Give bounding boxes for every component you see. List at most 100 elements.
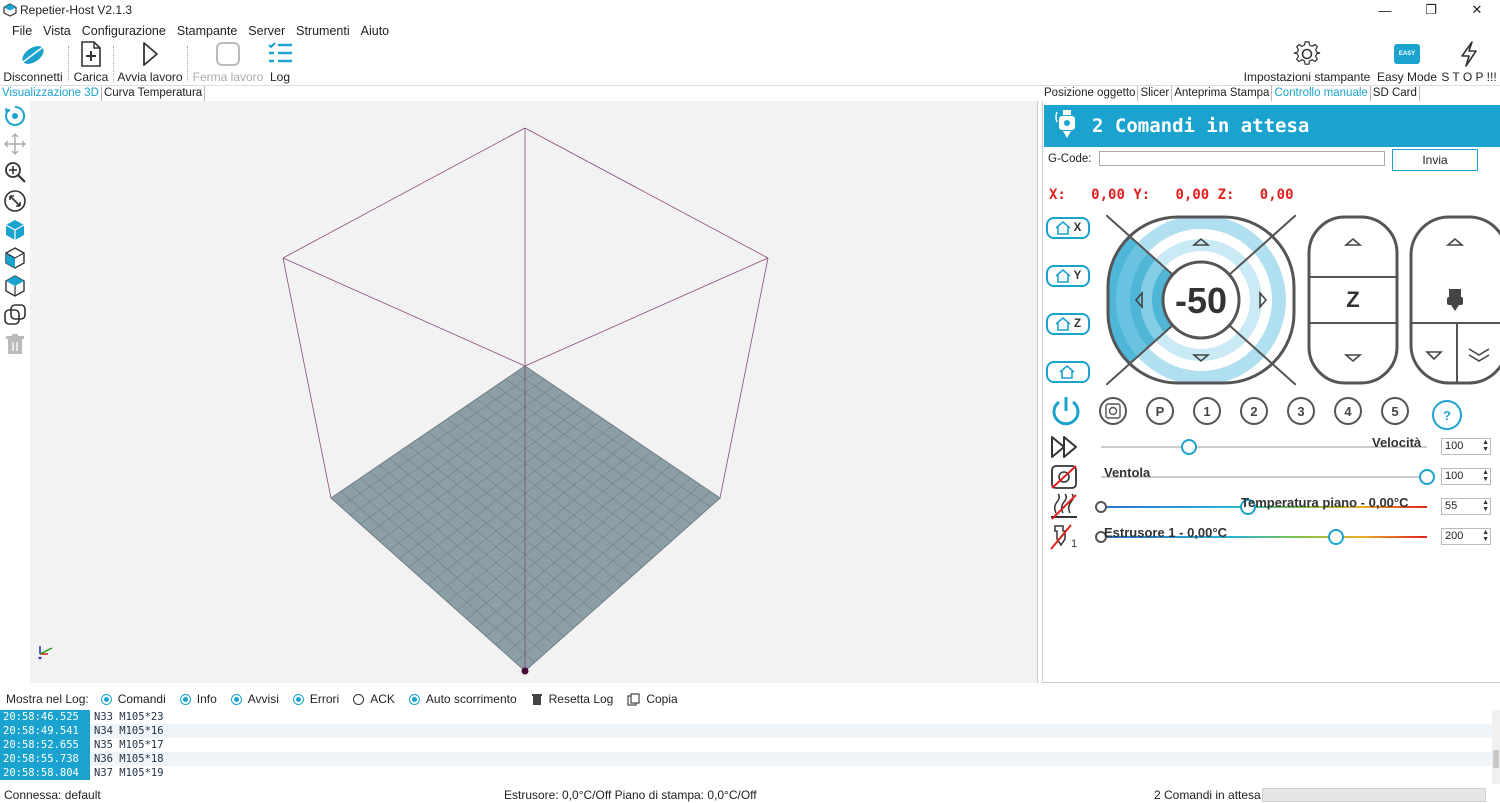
extruder-temp-value-input[interactable]: 200 ▲ ▼: [1441, 528, 1491, 545]
trash-icon[interactable]: [3, 332, 27, 356]
tab-print-preview[interactable]: Anteprima Stampa: [1172, 86, 1273, 101]
minimize-button[interactable]: —: [1362, 0, 1408, 20]
tab-3d-view[interactable]: Visualizzazione 3D: [0, 86, 102, 101]
copy-log-button[interactable]: Copia: [627, 692, 678, 706]
fan-value-input[interactable]: 100 ▲ ▼: [1441, 468, 1491, 485]
tab-sd-card[interactable]: SD Card: [1371, 86, 1420, 101]
gcode-input[interactable]: [1099, 151, 1386, 166]
log-message: N34 M105*16: [94, 725, 164, 737]
log-timestamp: 20:58:52.655: [0, 738, 90, 752]
tab-object-position[interactable]: Posizione oggetto: [1042, 86, 1139, 101]
pending-commands-status: 2 Comandi in attesa: [1154, 788, 1261, 802]
add-file-icon: [81, 41, 101, 67]
menu-tools[interactable]: Strumenti: [291, 22, 355, 40]
log-filter-errors[interactable]: Errori: [292, 692, 339, 706]
preset-2-button[interactable]: 2: [1240, 397, 1268, 425]
3d-viewport[interactable]: [0, 101, 1038, 683]
lightning-icon: [1461, 41, 1477, 67]
log-filter-label: Mostra nel Log:: [6, 692, 89, 706]
gcode-label: G-Code:: [1048, 152, 1092, 165]
preset-2-label: 2: [1250, 403, 1258, 419]
zoom-icon[interactable]: [3, 160, 27, 184]
view-top-icon[interactable]: [3, 274, 27, 298]
y-position: 0,00: [1175, 187, 1210, 203]
preset-5-button[interactable]: 5: [1381, 397, 1409, 425]
fit-view-icon[interactable]: [3, 189, 27, 213]
home-z-label: Z: [1073, 318, 1082, 330]
home-z-button[interactable]: Z: [1046, 313, 1090, 335]
x-label: X:: [1049, 187, 1066, 203]
close-button[interactable]: ✕: [1454, 0, 1500, 20]
log-row: 20:58:52.655 N35 M105*17: [0, 738, 1500, 752]
tab-manual-control[interactable]: Controllo manuale: [1272, 86, 1371, 101]
reset-log-button[interactable]: Resetta Log: [531, 692, 613, 706]
speed-row: Velocità 100 ▲ ▼: [1043, 433, 1500, 461]
log-filter-commands[interactable]: Comandi: [100, 692, 166, 706]
extruder-temperature-row: 1 Estrusore 1 - 0,00°C 200 ▲ ▼: [1043, 523, 1500, 551]
printer-settings-button[interactable]: Impostazioni stampante: [1242, 40, 1372, 86]
disconnect-button[interactable]: Disconnetti: [2, 40, 64, 86]
power-icon[interactable]: [1049, 394, 1083, 428]
log-button[interactable]: Log: [264, 40, 296, 86]
motors-off-button[interactable]: [1099, 397, 1127, 425]
help-button[interactable]: ?: [1432, 400, 1462, 430]
emergency-stop-button[interactable]: S T O P !!!: [1440, 40, 1498, 86]
home-all-button[interactable]: [1046, 361, 1090, 383]
menu-help[interactable]: Aiuto: [356, 22, 395, 40]
z-jog-pad[interactable]: Z: [1307, 215, 1399, 385]
tab-slicer[interactable]: Slicer: [1138, 86, 1173, 101]
help-label: ?: [1443, 407, 1451, 423]
maximize-button[interactable]: ❐: [1408, 0, 1454, 20]
home-y-button[interactable]: Y: [1046, 265, 1090, 287]
menu-server[interactable]: Server: [243, 22, 290, 40]
speed-value-input[interactable]: 100 ▲ ▼: [1441, 438, 1491, 455]
xy-jog-pad[interactable]: -50: [1106, 215, 1296, 385]
log-filter-warnings[interactable]: Avvisi: [230, 692, 279, 706]
log-auto-scroll[interactable]: Auto scorrimento: [408, 692, 517, 706]
easy-mode-button[interactable]: EASY Easy Mode: [1374, 40, 1440, 86]
warnings-label: Avvisi: [247, 692, 279, 706]
copy-icon: [627, 692, 640, 706]
log-message: N37 M105*19: [94, 767, 164, 779]
tab-temperature-curve[interactable]: Curva Temperatura: [102, 86, 206, 101]
fan-slider-thumb[interactable]: [1419, 469, 1435, 485]
log-list[interactable]: 20:58:46.525 N33 M105*23 20:58:49.541 N34 …: [0, 710, 1500, 784]
extruder-jog-pad[interactable]: [1409, 215, 1500, 385]
view-iso-icon[interactable]: [3, 218, 27, 242]
load-button[interactable]: Carica: [72, 40, 110, 86]
log-row: 20:58:46.525 N33 M105*23: [0, 710, 1500, 724]
start-job-button[interactable]: Avvia lavoro: [116, 40, 184, 86]
log-options-bar: Mostra nel Log: Comandi Info Avvisi Erro…: [0, 688, 1500, 710]
speed-slider-thumb[interactable]: [1181, 439, 1198, 455]
preset-3-button[interactable]: 3: [1287, 397, 1315, 425]
stop-job-button[interactable]: Ferma lavoro: [191, 40, 265, 86]
copy-objects-icon[interactable]: [3, 303, 27, 327]
bed-temp-value-input[interactable]: 55 ▲ ▼: [1441, 498, 1491, 515]
menu-file[interactable]: File: [1, 22, 37, 40]
extruder-temp-slider-thumb[interactable]: [1327, 529, 1344, 545]
home-x-button[interactable]: X: [1046, 217, 1090, 239]
view-tabs: Visualizzazione 3D Curva Temperatura: [0, 86, 206, 101]
axis-gizmo-icon: [38, 646, 53, 660]
menu-printer[interactable]: Stampante: [172, 22, 242, 40]
easy-badge-text: EASY: [1398, 51, 1416, 57]
log-filter-ack[interactable]: ACK: [353, 692, 395, 706]
motor-icon: [1105, 403, 1121, 419]
bed-temp-value: 55: [1445, 500, 1458, 512]
checklist-icon: [268, 42, 292, 63]
menu-view[interactable]: Vista: [38, 22, 76, 40]
preset-1-button[interactable]: 1: [1193, 397, 1221, 425]
preset-park-button[interactable]: P: [1146, 397, 1174, 425]
send-gcode-button[interactable]: Invia: [1392, 149, 1478, 171]
preset-1-label: 1: [1203, 403, 1211, 419]
menu-configuration[interactable]: Configurazione: [77, 22, 171, 40]
preset-3-label: 3: [1297, 403, 1305, 419]
fan-label: Ventola: [1104, 465, 1151, 480]
preset-4-button[interactable]: 4: [1334, 397, 1362, 425]
view-front-icon[interactable]: [3, 246, 27, 270]
move-icon[interactable]: [3, 132, 27, 156]
log-scrollbar[interactable]: [1492, 710, 1500, 784]
connection-plug-icon: [22, 46, 44, 64]
rotate-icon[interactable]: [3, 104, 27, 128]
log-filter-info[interactable]: Info: [179, 692, 217, 706]
